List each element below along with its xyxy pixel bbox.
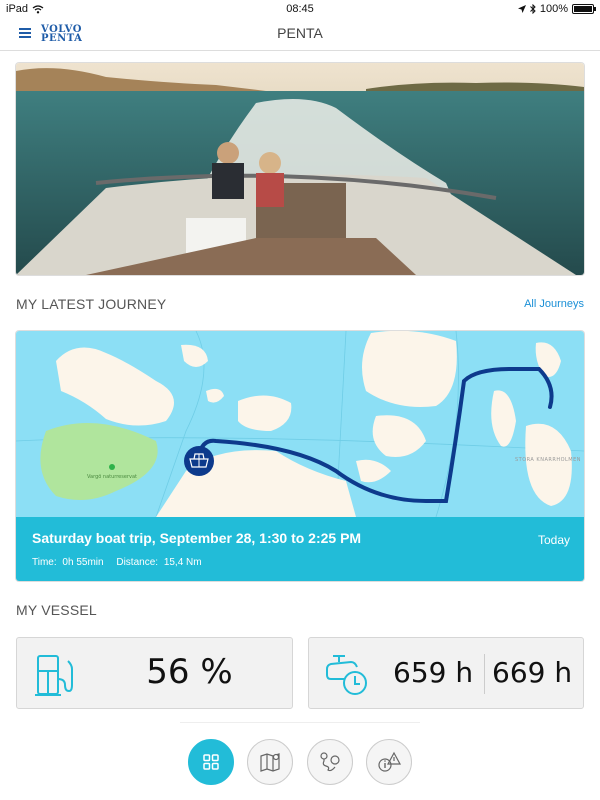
bluetooth-icon — [530, 4, 536, 14]
engine-1-hours: 659 h — [393, 656, 474, 689]
vessel-section-title: MY VESSEL — [16, 602, 97, 618]
all-journeys-link[interactable]: All Journeys — [524, 298, 584, 310]
journey-title: Saturday boat trip, September 28, 1:30 t… — [32, 530, 362, 546]
reserve-icon — [109, 464, 115, 470]
tab-journeys[interactable] — [307, 739, 353, 785]
distance-value: 15,4 Nm — [163, 557, 202, 568]
route-icon — [320, 752, 340, 772]
battery-percent: 100% — [539, 3, 568, 15]
boat-marker — [184, 446, 214, 476]
engine-divider — [484, 654, 485, 694]
nav-bar: VOLVO PENTA PENTA — [0, 18, 600, 51]
clock: 08:45 — [286, 3, 314, 15]
hero-image — [16, 63, 584, 275]
tab-dashboard[interactable] — [188, 739, 234, 785]
distance-label: Distance: — [116, 557, 159, 568]
engine-hours-card[interactable]: 659 h 669 h — [308, 637, 584, 709]
info-warning-icon — [378, 751, 401, 772]
time-label: Time: — [32, 557, 57, 568]
location-icon — [517, 5, 526, 13]
journey-meta: Time: 0h 55min Distance: 15,4 Nm — [32, 557, 202, 568]
engine-clock-icon — [326, 655, 367, 695]
fuel-card[interactable]: 56 % — [16, 637, 293, 709]
latest-journey-card[interactable]: Vargö naturreservat STORA KNARRHOLMEN Sa… — [16, 331, 584, 581]
tab-bar-divider — [180, 722, 420, 723]
page-title: PENTA — [277, 25, 323, 41]
journey-map[interactable]: Vargö naturreservat STORA KNARRHOLMEN — [16, 331, 584, 517]
status-bar: iPad 08:45 100% — [0, 0, 600, 18]
time-value: 0h 55min — [62, 557, 104, 568]
engine-2-hours: 669 h — [492, 656, 573, 689]
tab-map[interactable] — [247, 739, 293, 785]
island-label: STORA KNARRHOLMEN — [515, 457, 581, 463]
journey-section-title: MY LATEST JOURNEY — [16, 296, 167, 312]
grid-icon — [203, 754, 219, 770]
journey-date: Today — [537, 533, 570, 547]
journey-info: Saturday boat trip, September 28, 1:30 t… — [16, 517, 584, 581]
map-icon — [260, 753, 280, 772]
fuel-level: 56 % — [146, 652, 233, 692]
tab-alerts[interactable] — [366, 739, 412, 785]
reserve-label: Vargö naturreservat — [87, 474, 137, 480]
battery-icon — [572, 4, 596, 14]
